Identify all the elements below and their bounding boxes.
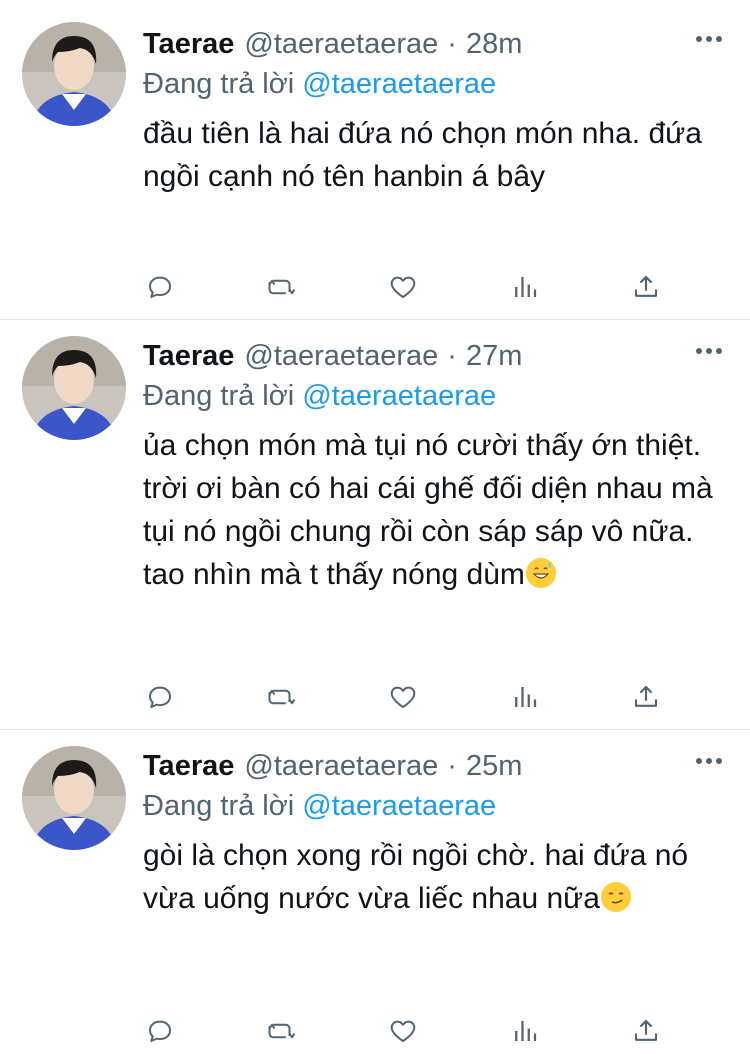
tweet-header: Taerae @taeraetaerae · 27m	[143, 338, 750, 374]
tweet-thread: Taerae @taeraetaerae · 28m Đang trả lời …	[0, 0, 750, 1054]
reply-mention-link[interactable]: @taeraetaerae	[302, 68, 496, 100]
username[interactable]: @taeraetaerae	[244, 28, 438, 61]
timestamp[interactable]: 25m	[466, 750, 522, 783]
reply-mention-link[interactable]: @taeraetaerae	[302, 380, 496, 412]
reply-prefix: Đang trả lời	[143, 68, 295, 100]
separator: ·	[447, 339, 457, 372]
share-icon[interactable]	[629, 1014, 663, 1048]
display-name[interactable]: Taerae	[143, 28, 234, 61]
more-options-icon[interactable]	[696, 348, 722, 354]
tweet-text: gòi là chọn xong rồi ngồi chờ. hai đứa n…	[143, 834, 733, 920]
share-icon[interactable]	[629, 680, 663, 714]
replying-to: Đang trả lời @taeraetaerae	[143, 790, 750, 826]
display-name[interactable]: Taerae	[143, 340, 234, 373]
reply-prefix: Đang trả lời	[143, 790, 295, 822]
retweet-icon[interactable]	[265, 680, 299, 714]
reply-icon[interactable]	[143, 1014, 177, 1048]
analytics-icon[interactable]	[508, 680, 542, 714]
analytics-icon[interactable]	[508, 1014, 542, 1048]
display-name[interactable]: Taerae	[143, 750, 234, 783]
reply-icon[interactable]	[143, 270, 177, 304]
avatar[interactable]	[22, 746, 126, 850]
retweet-icon[interactable]	[265, 1014, 299, 1048]
timestamp[interactable]: 27m	[466, 340, 522, 373]
smirk-emoji	[600, 882, 631, 912]
more-options-icon[interactable]	[696, 758, 722, 764]
like-icon[interactable]	[386, 270, 420, 304]
separator: ·	[447, 749, 457, 782]
like-icon[interactable]	[386, 1014, 420, 1048]
tweet-header: Taerae @taeraetaerae · 28m	[143, 26, 750, 62]
action-bar	[143, 270, 663, 304]
analytics-icon[interactable]	[508, 270, 542, 304]
tweet[interactable]: Taerae @taeraetaerae · 28m Đang trả lời …	[0, 0, 750, 320]
tweet[interactable]: Taerae @taeraetaerae · 27m Đang trả lời …	[0, 320, 750, 730]
reply-icon[interactable]	[143, 680, 177, 714]
tweet-text-content: đầu tiên là hai đứa nó chọn món nha. đứa…	[143, 117, 702, 193]
separator: ·	[447, 27, 457, 60]
reply-mention-link[interactable]: @taeraetaerae	[302, 790, 496, 822]
username[interactable]: @taeraetaerae	[244, 340, 438, 373]
reply-prefix: Đang trả lời	[143, 380, 295, 412]
avatar[interactable]	[22, 336, 126, 440]
replying-to: Đang trả lời @taeraetaerae	[143, 68, 750, 104]
share-icon[interactable]	[629, 270, 663, 304]
action-bar	[143, 1014, 663, 1048]
tweet-header: Taerae @taeraetaerae · 25m	[143, 748, 750, 784]
more-options-icon[interactable]	[696, 36, 722, 42]
grinning-sweat-emoji	[525, 558, 556, 588]
like-icon[interactable]	[386, 680, 420, 714]
tweet-text: ủa chọn món mà tụi nó cười thấy ớn thiệt…	[143, 424, 733, 596]
retweet-icon[interactable]	[265, 270, 299, 304]
avatar[interactable]	[22, 22, 126, 126]
tweet[interactable]: Taerae @taeraetaerae · 25m Đang trả lời …	[0, 730, 750, 1054]
username[interactable]: @taeraetaerae	[244, 750, 438, 783]
replying-to: Đang trả lời @taeraetaerae	[143, 380, 750, 416]
timestamp[interactable]: 28m	[466, 28, 522, 61]
tweet-text: đầu tiên là hai đứa nó chọn món nha. đứa…	[143, 112, 733, 198]
action-bar	[143, 680, 663, 714]
tweet-text-content: ủa chọn món mà tụi nó cười thấy ớn thiệt…	[143, 429, 713, 591]
